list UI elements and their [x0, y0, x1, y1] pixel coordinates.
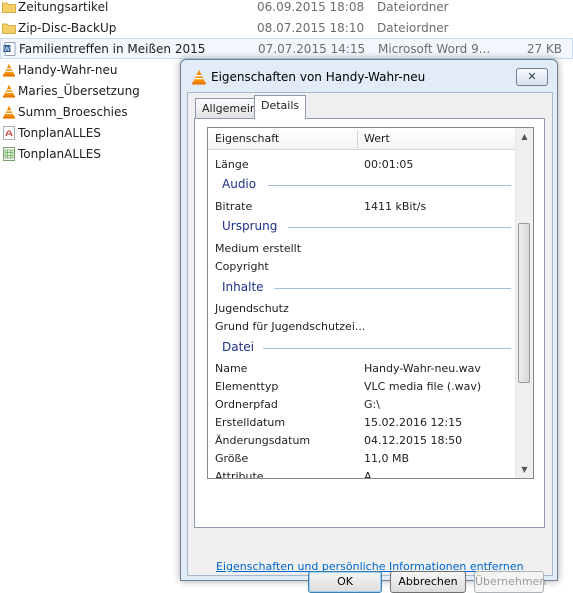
prop-label: Grund für Jugendschutzei... [215, 320, 366, 333]
tab-details[interactable]: Details [254, 95, 307, 119]
cancel-button[interactable]: Abbrechen [390, 571, 466, 593]
prop-value: A [364, 470, 372, 479]
vlc-icon [3, 84, 15, 98]
dialog-body: Allgemein Details Eigenschaft Wert Länge… [187, 92, 553, 593]
prop-label: Copyright [215, 260, 269, 273]
properties-list[interactable]: Eigenschaft Wert Länge 00:01:05 Audio Bi… [207, 127, 534, 479]
file-name: Familientreffen in Meißen 2015 [19, 42, 206, 56]
file-name: Summ_Broeschies [18, 105, 128, 119]
prop-label: Elementtyp [215, 380, 279, 393]
prop-label: Ordnerpfad [215, 398, 278, 411]
folder-icon [2, 2, 16, 13]
prop-label: Größe [215, 452, 249, 465]
dialog-title: Eigenschaften von Handy-Wahr-neu [211, 70, 426, 84]
prop-value: 15.02.2016 12:15 [364, 416, 463, 429]
scroll-down-icon[interactable]: ▼ [519, 464, 530, 475]
apply-button[interactable]: Übernehmen [474, 571, 546, 593]
group-divider [288, 227, 511, 228]
prop-value: VLC media file (.wav) [364, 380, 482, 393]
group-divider [263, 348, 511, 349]
vlc-icon [3, 63, 15, 77]
group-heading: Inhalte [222, 280, 264, 294]
prop-label: Änderungsdatum [215, 434, 311, 447]
pdf-icon [3, 126, 15, 140]
scroll-up-icon[interactable]: ▲ [519, 131, 530, 142]
prop-value: G:\ [364, 398, 380, 411]
word-doc-icon: W [3, 42, 16, 56]
vlc-icon [192, 69, 206, 85]
file-name: TonplanALLES [18, 147, 101, 161]
file-row[interactable]: Zeitungsartikel 06.09.2015 18:08 Dateior… [0, 0, 573, 18]
file-date: 06.09.2015 18:08 [257, 0, 365, 14]
file-size: 27 KB [526, 42, 562, 56]
file-type: Microsoft Word 9... [378, 42, 491, 56]
svg-text:W: W [4, 46, 10, 53]
file-name: Maries_Übersetzung [18, 84, 140, 98]
prop-label: Name [215, 362, 248, 375]
column-value[interactable]: Wert [364, 132, 390, 145]
ok-button[interactable]: OK [308, 571, 382, 593]
spreadsheet-icon [3, 147, 15, 161]
vlc-icon [3, 105, 15, 119]
prop-value: Handy-Wahr-neu.wav [364, 362, 481, 375]
group-heading: Audio [222, 177, 257, 191]
prop-value: 1411 kBit/s [364, 200, 427, 213]
prop-label: Medium erstellt [215, 242, 302, 255]
prop-value: 11,0 MB [364, 452, 410, 465]
file-date: 07.07.2015 14:15 [258, 42, 366, 56]
file-name: Handy-Wahr-neu [18, 63, 118, 77]
prop-label: Erstelldatum [215, 416, 286, 429]
file-date: 08.07.2015 18:10 [257, 21, 365, 35]
file-type: Dateiordner [377, 21, 449, 35]
column-separator[interactable] [357, 130, 358, 148]
file-row[interactable]: W Familientreffen in Meißen 2015 07.07.2… [0, 38, 573, 59]
dialog-titlebar[interactable]: Eigenschaften von Handy-Wahr-neu ✕ [181, 60, 557, 94]
details-panel: Eigenschaft Wert Länge 00:01:05 Audio Bi… [194, 118, 545, 573]
file-name: Zeitungsartikel [18, 0, 109, 14]
vertical-scrollbar[interactable]: ▲ ▼ [515, 128, 533, 478]
file-name: Zip-Disc-BackUp [18, 21, 117, 35]
prop-value: 04.12.2015 18:50 [364, 434, 463, 447]
group-divider [268, 185, 511, 186]
close-button[interactable]: ✕ [516, 68, 548, 86]
prop-value: 00:01:05 [364, 158, 414, 171]
column-property[interactable]: Eigenschaft [215, 132, 279, 145]
file-name: TonplanALLES [18, 126, 101, 140]
scrollbar-thumb[interactable] [518, 223, 530, 383]
group-heading: Ursprung [222, 219, 278, 233]
properties-dialog: Eigenschaften von Handy-Wahr-neu ✕ Allge… [180, 59, 558, 593]
prop-label: Bitrate [215, 200, 253, 213]
folder-icon [2, 23, 16, 34]
group-divider [274, 288, 511, 289]
file-type: Dateiordner [377, 0, 449, 14]
group-heading: Datei [222, 340, 255, 354]
prop-label: Attribute [215, 470, 264, 479]
column-header: Eigenschaft Wert [208, 128, 518, 150]
prop-label: Jugendschutz [215, 302, 289, 315]
file-row[interactable]: Zip-Disc-BackUp 08.07.2015 18:10 Dateior… [0, 18, 573, 39]
prop-label: Länge [215, 158, 249, 171]
